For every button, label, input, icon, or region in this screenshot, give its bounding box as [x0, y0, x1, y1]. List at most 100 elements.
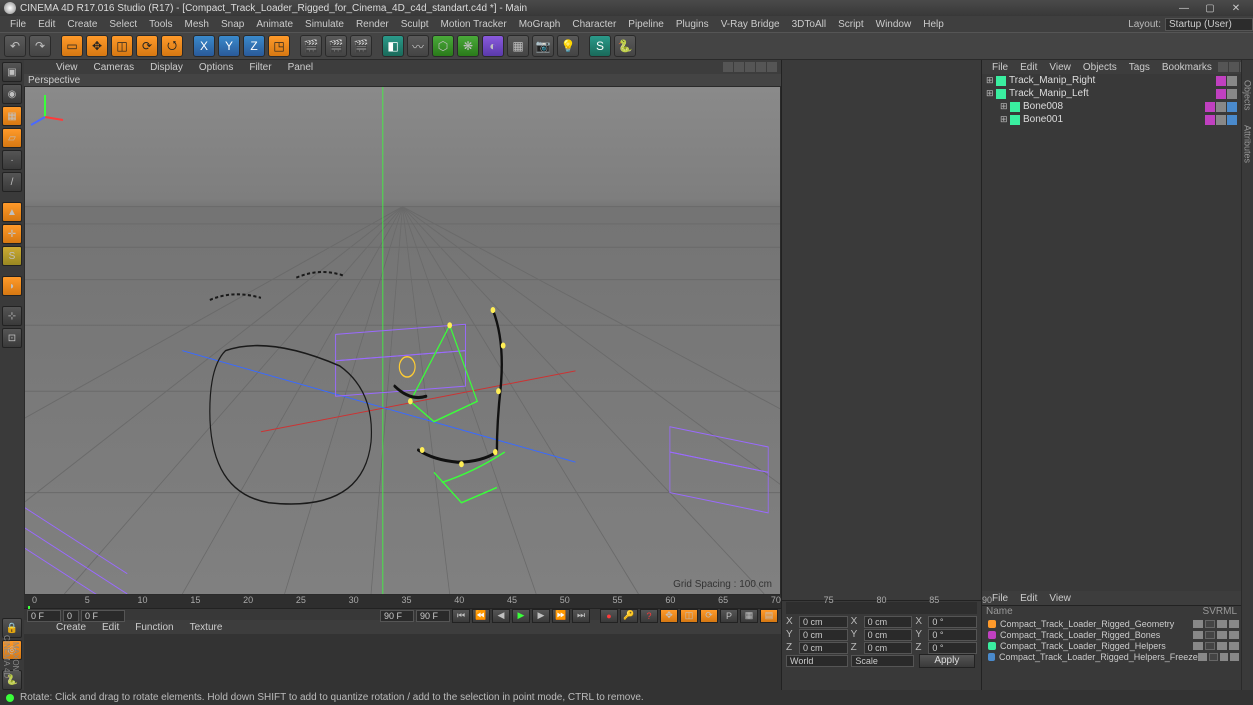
apply-button[interactable]: Apply	[919, 654, 975, 668]
axis-mode[interactable]: ✛	[2, 224, 22, 244]
tag-icon[interactable]	[1216, 115, 1226, 125]
tab-objects[interactable]: Objects	[1243, 80, 1253, 111]
menu-simulate[interactable]: Simulate	[299, 19, 350, 30]
coord-size[interactable]: 0 cm	[864, 642, 913, 654]
autokey-button[interactable]: 🔑	[620, 609, 638, 623]
matmenu-edit[interactable]: Edit	[94, 622, 127, 633]
frame-step[interactable]: 0	[63, 610, 79, 622]
frame-current[interactable]: 0 F	[81, 610, 125, 622]
add-spline[interactable]: 〰	[407, 35, 429, 57]
coord-size[interactable]: 0 cm	[864, 616, 913, 628]
menu-create[interactable]: Create	[61, 19, 103, 30]
layer-toggle[interactable]	[1217, 620, 1227, 628]
layout-select[interactable]: Startup (User)	[1165, 18, 1253, 31]
expand-icon[interactable]: ⊞	[986, 88, 996, 99]
select-tool[interactable]: ▭	[61, 35, 83, 57]
make-editable[interactable]: ▣	[2, 62, 22, 82]
move-tool[interactable]: ✥	[86, 35, 108, 57]
objmenu-view[interactable]: View	[1043, 62, 1077, 73]
menu-animate[interactable]: Animate	[250, 19, 299, 30]
takemenu-edit[interactable]: Edit	[1014, 593, 1043, 604]
add-generator2[interactable]: ❋	[457, 35, 479, 57]
next-frame-button[interactable]: ▶	[532, 609, 550, 623]
python-button[interactable]: 🐍	[614, 35, 636, 57]
menu-snap[interactable]: Snap	[215, 19, 250, 30]
layers-panel[interactable]: Name SVRML Compact_Track_Loader_Rigged_G…	[982, 605, 1241, 690]
object-row[interactable]: ⊞Bone001	[982, 113, 1241, 126]
menu-character[interactable]: Character	[566, 19, 622, 30]
render-region[interactable]: 🎬	[325, 35, 347, 57]
vpmenu-options[interactable]: Options	[191, 62, 241, 73]
layer-toggle[interactable]	[1205, 620, 1215, 628]
tag-icon[interactable]	[1205, 115, 1215, 125]
vp-icon-2[interactable]	[734, 62, 744, 72]
expand-icon[interactable]: ⊞	[986, 75, 996, 86]
frame-start[interactable]: 0 F	[27, 610, 61, 622]
frame-end-b[interactable]: 90 F	[416, 610, 450, 622]
keyframe-options[interactable]: ?	[640, 609, 658, 623]
minimize-button[interactable]: —	[1171, 1, 1197, 15]
menu-sculpt[interactable]: Sculpt	[395, 19, 435, 30]
menu-v-ray-bridge[interactable]: V-Ray Bridge	[715, 19, 786, 30]
close-button[interactable]: ✕	[1223, 1, 1249, 15]
vpmenu-display[interactable]: Display	[142, 62, 191, 73]
layer-toggle[interactable]	[1193, 620, 1203, 628]
menu-script[interactable]: Script	[832, 19, 870, 30]
maximize-button[interactable]: ▢	[1197, 1, 1223, 15]
prev-key-button[interactable]: ⏪	[472, 609, 490, 623]
matmenu-texture[interactable]: Texture	[182, 622, 231, 633]
add-deformer[interactable]: ◐	[482, 35, 504, 57]
menu-tools[interactable]: Tools	[143, 19, 178, 30]
menu-file[interactable]: File	[4, 19, 32, 30]
layer-toggle[interactable]	[1217, 631, 1227, 639]
menu-help[interactable]: Help	[917, 19, 950, 30]
matmenu-function[interactable]: Function	[127, 622, 181, 633]
coord-rot[interactable]: 0 °	[928, 642, 977, 654]
prev-frame-button[interactable]: ◀	[492, 609, 510, 623]
pla-key[interactable]: ▦	[740, 609, 758, 623]
timeline-window[interactable]: ▤	[760, 609, 778, 623]
menu-select[interactable]: Select	[103, 19, 143, 30]
takemenu-view[interactable]: View	[1043, 593, 1077, 604]
point-mode[interactable]: ·	[2, 150, 22, 170]
tag-icon[interactable]	[1205, 102, 1215, 112]
menu-edit[interactable]: Edit	[32, 19, 61, 30]
layer-toggle[interactable]	[1193, 631, 1203, 639]
objmenu-objects[interactable]: Objects	[1077, 62, 1123, 73]
viewport-solo[interactable]: ⊡	[2, 328, 22, 348]
menu-plugins[interactable]: Plugins	[670, 19, 715, 30]
texture-mode[interactable]: ▦	[2, 106, 22, 126]
vp-icon-5[interactable]	[767, 62, 777, 72]
model-mode[interactable]: ◉	[2, 84, 22, 104]
playhead-icon[interactable]	[28, 606, 30, 609]
scale-key[interactable]: ◫	[680, 609, 698, 623]
goto-end-button[interactable]: ⏭	[572, 609, 590, 623]
menu-motion-tracker[interactable]: Motion Tracker	[435, 19, 513, 30]
record-button[interactable]: ●	[600, 609, 618, 623]
rot-key[interactable]: ⟳	[700, 609, 718, 623]
next-key-button[interactable]: ⏩	[552, 609, 570, 623]
layer-toggle[interactable]	[1220, 653, 1229, 661]
render-settings[interactable]: 🎬	[350, 35, 372, 57]
layer-row[interactable]: Compact_Track_Loader_Rigged_Helpers_Free…	[982, 651, 1241, 662]
redo-button[interactable]: ↷	[29, 35, 51, 57]
coord-rot[interactable]: 0 °	[928, 616, 977, 628]
tag-icon[interactable]	[1216, 89, 1226, 99]
vp-icon-1[interactable]	[723, 62, 733, 72]
layer-toggle[interactable]	[1209, 653, 1218, 661]
menu-window[interactable]: Window	[870, 19, 918, 30]
object-row[interactable]: ⊞Track_Manip_Left	[982, 87, 1241, 100]
coord-size[interactable]: 0 cm	[864, 629, 913, 641]
expand-icon[interactable]: ⊞	[1000, 114, 1010, 125]
menu-mesh[interactable]: Mesh	[179, 19, 215, 30]
tag-icon[interactable]	[1227, 115, 1237, 125]
vp-icon-3[interactable]	[745, 62, 755, 72]
coord-mode-a[interactable]: World	[786, 655, 848, 667]
rotate-tool[interactable]: ⟳	[136, 35, 158, 57]
vp-icon-4[interactable]	[756, 62, 766, 72]
menu-mograph[interactable]: MoGraph	[513, 19, 567, 30]
goto-start-button[interactable]: ⏮	[452, 609, 470, 623]
coord-system[interactable]: ◳	[268, 35, 290, 57]
x-axis-lock[interactable]: X	[193, 35, 215, 57]
vpmenu-cameras[interactable]: Cameras	[86, 62, 143, 73]
